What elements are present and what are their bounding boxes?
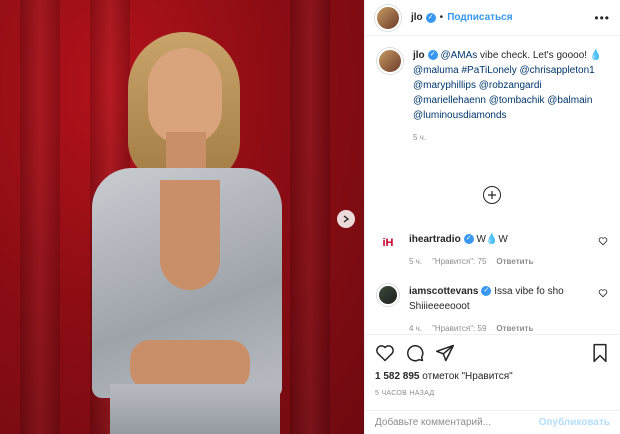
comment-item: iH iheartradio ✓ W💧W 5 ч. "Нравится": 75 … [377, 232, 608, 266]
comments-area: jlo ✓ @AMAs vibe check. Let's goooo! 💧 @m… [365, 48, 620, 142]
reply-button[interactable]: Ответить [496, 324, 533, 333]
load-more-comments-button[interactable] [483, 186, 501, 204]
add-comment-bar: Опубликовать [365, 410, 620, 434]
separator-dot: • [439, 12, 444, 23]
share-icon[interactable] [435, 343, 455, 363]
more-options-icon[interactable]: ••• [594, 11, 610, 25]
header-username[interactable]: jlo [411, 12, 423, 23]
iheartradio-logo-icon[interactable]: iH [377, 232, 399, 254]
avatar[interactable] [375, 4, 401, 31]
comment-item: iamscottevans ✓ Issa vibe fo sho Shiiieee… [377, 284, 608, 333]
comment-like-heart-icon[interactable] [598, 288, 608, 298]
caption-username[interactable]: jlo [413, 50, 425, 61]
caption-emoji: 💧 [589, 50, 603, 61]
comment-username[interactable]: iamscottevans [409, 286, 478, 297]
caption-links[interactable]: @maluma #PaTiLonely @chrisappleton1 @mar… [413, 65, 595, 121]
follow-button[interactable]: Подписаться [447, 12, 512, 23]
verified-badge-icon: ✓ [481, 286, 492, 297]
likes-count: 1 582 895 [375, 371, 420, 382]
verified-badge-icon: ✓ [425, 12, 436, 23]
post-photo[interactable] [0, 0, 364, 434]
comment-time[interactable]: 4 ч. [409, 324, 422, 333]
post-side-panel: jlo ✓ • Подписаться ••• jlo ✓ @AMAs vibe … [364, 0, 620, 434]
verified-badge-icon: ✓ [427, 50, 438, 61]
comment-icon[interactable] [405, 343, 425, 363]
photo-waist [130, 340, 250, 390]
caption-text: vibe check. Let's goooo! [477, 50, 588, 61]
caption-mention[interactable]: @AMAs [440, 50, 477, 61]
photo-face [148, 48, 222, 144]
comment-likes[interactable]: "Нравится": 75 [432, 257, 486, 266]
comment-likes[interactable]: "Нравится": 59 [432, 324, 486, 333]
photo-skirt [110, 384, 280, 434]
comment-text: W💧W [473, 234, 508, 245]
photo-neckline [160, 180, 220, 290]
comment-username[interactable]: iheartradio [409, 234, 461, 245]
avatar[interactable] [377, 48, 403, 74]
likes-label: отметок "Нравится" [419, 371, 513, 382]
comment-input[interactable] [375, 417, 539, 428]
posted-time[interactable]: 5 ЧАСОВ НАЗАД [375, 390, 610, 397]
comment-time[interactable]: 5 ч. [409, 257, 422, 266]
caption-time[interactable]: 5 ч. [413, 133, 603, 142]
plus-circle-icon [488, 191, 496, 199]
post-actions: 1 582 895 отметок "Нравится" 5 ЧАСОВ НАЗ… [365, 334, 620, 397]
bookmark-icon[interactable] [590, 343, 610, 363]
curtain-fold [290, 0, 330, 434]
reply-button[interactable]: Ответить [496, 257, 533, 266]
heart-icon[interactable] [375, 343, 395, 363]
verified-badge-icon: ✓ [463, 234, 474, 245]
next-photo-button[interactable] [337, 210, 355, 228]
chevron-right-icon [343, 215, 350, 223]
post-header: jlo ✓ • Подписаться ••• [365, 0, 620, 36]
likes-summary[interactable]: 1 582 895 отметок "Нравится" [375, 371, 610, 382]
avatar[interactable] [377, 284, 399, 306]
comment-like-heart-icon[interactable] [598, 236, 608, 246]
curtain-fold [20, 0, 60, 434]
publish-button[interactable]: Опубликовать [539, 417, 610, 428]
post-caption: jlo ✓ @AMAs vibe check. Let's goooo! 💧 @m… [377, 48, 608, 142]
